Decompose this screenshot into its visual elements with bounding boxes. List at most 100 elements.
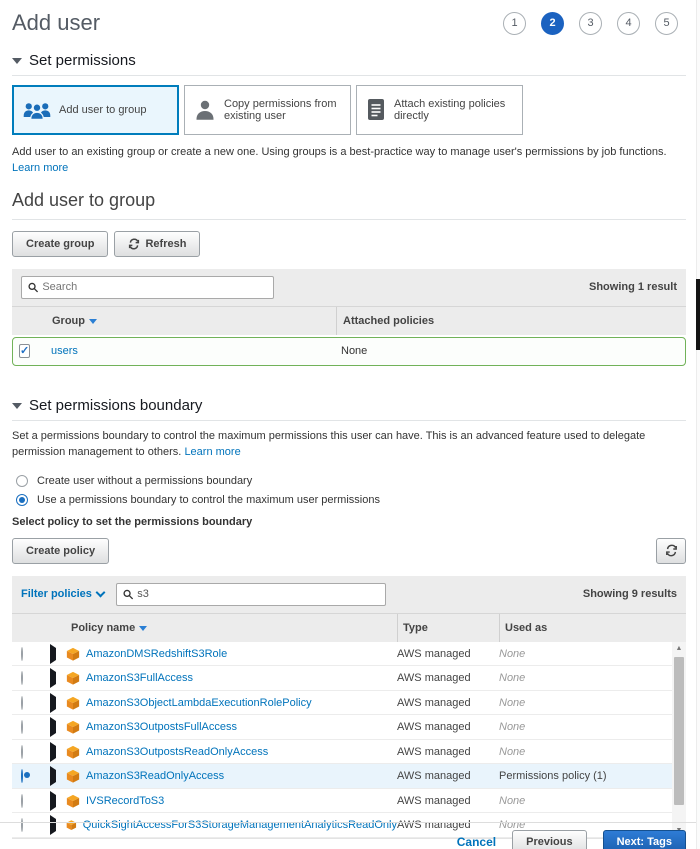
policy-table-row[interactable]: AmazonS3OutpostsReadOnlyAccess AWS manag… (12, 740, 686, 765)
group-section-title: Add user to group (12, 190, 686, 220)
policy-type: AWS managed (397, 648, 499, 660)
step-circle-3: 3 (579, 12, 602, 35)
create-policy-button[interactable]: Create policy (12, 538, 109, 564)
card-label: Copy permissions from existing user (224, 98, 342, 122)
policy-table: Filter policies Showing 9 results Policy… (12, 576, 686, 839)
expand-row-icon[interactable] (50, 693, 56, 713)
policy-name-link[interactable]: AmazonS3OutpostsReadOnlyAccess (86, 746, 268, 758)
search-icon (28, 282, 38, 293)
page-scrollbar-thumb[interactable] (696, 279, 700, 350)
refresh-policies-button[interactable] (656, 538, 686, 564)
policy-table-row[interactable]: AmazonS3ObjectLambdaExecutionRolePolicy … (12, 691, 686, 716)
policy-name-link[interactable]: IVSRecordToS3 (86, 795, 164, 807)
policy-search[interactable] (116, 583, 386, 606)
group-search[interactable] (21, 276, 274, 299)
radio-icon[interactable] (16, 475, 28, 487)
card-attach-policies[interactable]: Attach existing policies directly (356, 85, 523, 135)
section-set-permissions[interactable]: Set permissions (12, 52, 686, 76)
group-name-link[interactable]: users (51, 345, 78, 357)
policy-table-toolbar: Filter policies Showing 9 results (12, 576, 686, 613)
create-group-button[interactable]: Create group (12, 231, 108, 257)
policy-cube-icon (66, 745, 80, 759)
policy-type: AWS managed (397, 746, 499, 758)
policy-table-row[interactable]: AmazonS3ReadOnlyAccess AWS managed Permi… (12, 764, 686, 789)
expand-column-header (42, 614, 66, 642)
policy-radio[interactable] (21, 647, 23, 661)
policy-cube-icon (66, 794, 80, 808)
policy-table-body: AmazonDMSRedshiftS3Role AWS managed None… (12, 642, 686, 839)
policy-table-row[interactable]: AmazonS3FullAccess AWS managed None (12, 666, 686, 691)
cancel-link[interactable]: Cancel (457, 835, 496, 849)
section-title: Set permissions boundary (29, 397, 202, 414)
scroll-up-icon[interactable]: ▲ (672, 642, 686, 656)
page-header: Add user 12345 (12, 10, 686, 36)
group-icon (22, 99, 52, 121)
policy-type: AWS managed (397, 697, 499, 709)
refresh-label: Refresh (145, 238, 186, 250)
expand-row-icon[interactable] (50, 742, 56, 762)
policy-used-as: None (499, 697, 671, 709)
expand-row-icon[interactable] (50, 644, 56, 664)
refresh-icon (128, 238, 140, 250)
learn-more-link[interactable]: Learn more (184, 446, 240, 458)
previous-button[interactable]: Previous (512, 830, 586, 849)
policy-radio[interactable] (21, 745, 23, 759)
step-circle-1: 1 (503, 12, 526, 35)
scrollbar-thumb[interactable] (674, 657, 684, 805)
policy-type: AWS managed (397, 672, 499, 684)
radio-icon[interactable] (16, 494, 28, 506)
policy-name-link[interactable]: AmazonDMSRedshiftS3Role (86, 648, 227, 660)
card-add-user-to-group[interactable]: Add user to group (12, 85, 179, 135)
next-tags-button[interactable]: Next: Tags (603, 830, 686, 849)
policy-type: AWS managed (397, 721, 499, 733)
used-as-column-header[interactable]: Used as (499, 614, 671, 642)
sort-desc-icon (89, 319, 97, 324)
expand-row-icon[interactable] (50, 791, 56, 811)
collapse-caret-icon (12, 58, 22, 64)
radio-option-no-boundary[interactable]: Create user without a permissions bounda… (12, 475, 686, 487)
refresh-button[interactable]: Refresh (114, 231, 200, 257)
policy-name-link[interactable]: AmazonS3ObjectLambdaExecutionRolePolicy (86, 697, 312, 709)
policy-search-input[interactable] (137, 588, 379, 600)
policy-name-column-header[interactable]: Policy name (66, 614, 397, 642)
policy-used-as: Permissions policy (1) (499, 770, 671, 782)
policy-results-count: Showing 9 results (583, 588, 677, 600)
policy-used-as: None (499, 795, 671, 807)
policy-radio[interactable] (21, 720, 23, 734)
boundary-description: Set a permissions boundary to control th… (12, 429, 652, 461)
policy-type: AWS managed (397, 795, 499, 807)
expand-row-icon[interactable] (50, 766, 56, 786)
expand-row-icon[interactable] (50, 717, 56, 737)
attached-policies-column-header[interactable]: Attached policies (336, 307, 686, 335)
filter-policies-dropdown[interactable]: Filter policies (21, 588, 104, 600)
chevron-down-icon (95, 587, 105, 597)
policy-table-scrollbar[interactable]: ▲ ▼ (672, 642, 686, 838)
section-permissions-boundary[interactable]: Set permissions boundary (12, 397, 686, 421)
group-table-row[interactable]: ✓ users None (12, 337, 686, 366)
add-user-wizard: Add user 12345 Set permissions Add user … (0, 0, 700, 849)
card-copy-permissions[interactable]: Copy permissions from existing user (184, 85, 351, 135)
expand-row-icon[interactable] (50, 668, 56, 688)
page-scrollbar[interactable] (696, 0, 700, 849)
group-search-input[interactable] (42, 281, 267, 293)
group-checkbox[interactable]: ✓ (19, 344, 30, 358)
policy-table-row[interactable]: IVSRecordToS3 AWS managed None (12, 789, 686, 814)
policy-name-link[interactable]: AmazonS3OutpostsFullAccess (86, 721, 237, 733)
group-table-header: Group Attached policies (12, 306, 686, 335)
checkbox-column-header (12, 307, 46, 335)
policy-radio[interactable] (21, 769, 23, 783)
radio-option-use-boundary[interactable]: Use a permissions boundary to control th… (12, 494, 686, 506)
learn-more-link[interactable]: Learn more (12, 162, 68, 174)
group-column-header[interactable]: Group (46, 307, 336, 335)
policy-radio[interactable] (21, 794, 23, 808)
policy-name-link[interactable]: AmazonS3FullAccess (86, 672, 193, 684)
group-attached-policies: None (335, 345, 685, 357)
policy-table-row[interactable]: AmazonDMSRedshiftS3Role AWS managed None (12, 642, 686, 667)
policy-radio[interactable] (21, 696, 23, 710)
type-column-header[interactable]: Type (397, 614, 499, 642)
policy-used-as: None (499, 746, 671, 758)
policy-table-row[interactable]: AmazonS3OutpostsFullAccess AWS managed N… (12, 715, 686, 740)
policy-radio[interactable] (21, 671, 23, 685)
step-indicator: 12345 (503, 12, 678, 35)
policy-name-link[interactable]: AmazonS3ReadOnlyAccess (86, 770, 224, 782)
